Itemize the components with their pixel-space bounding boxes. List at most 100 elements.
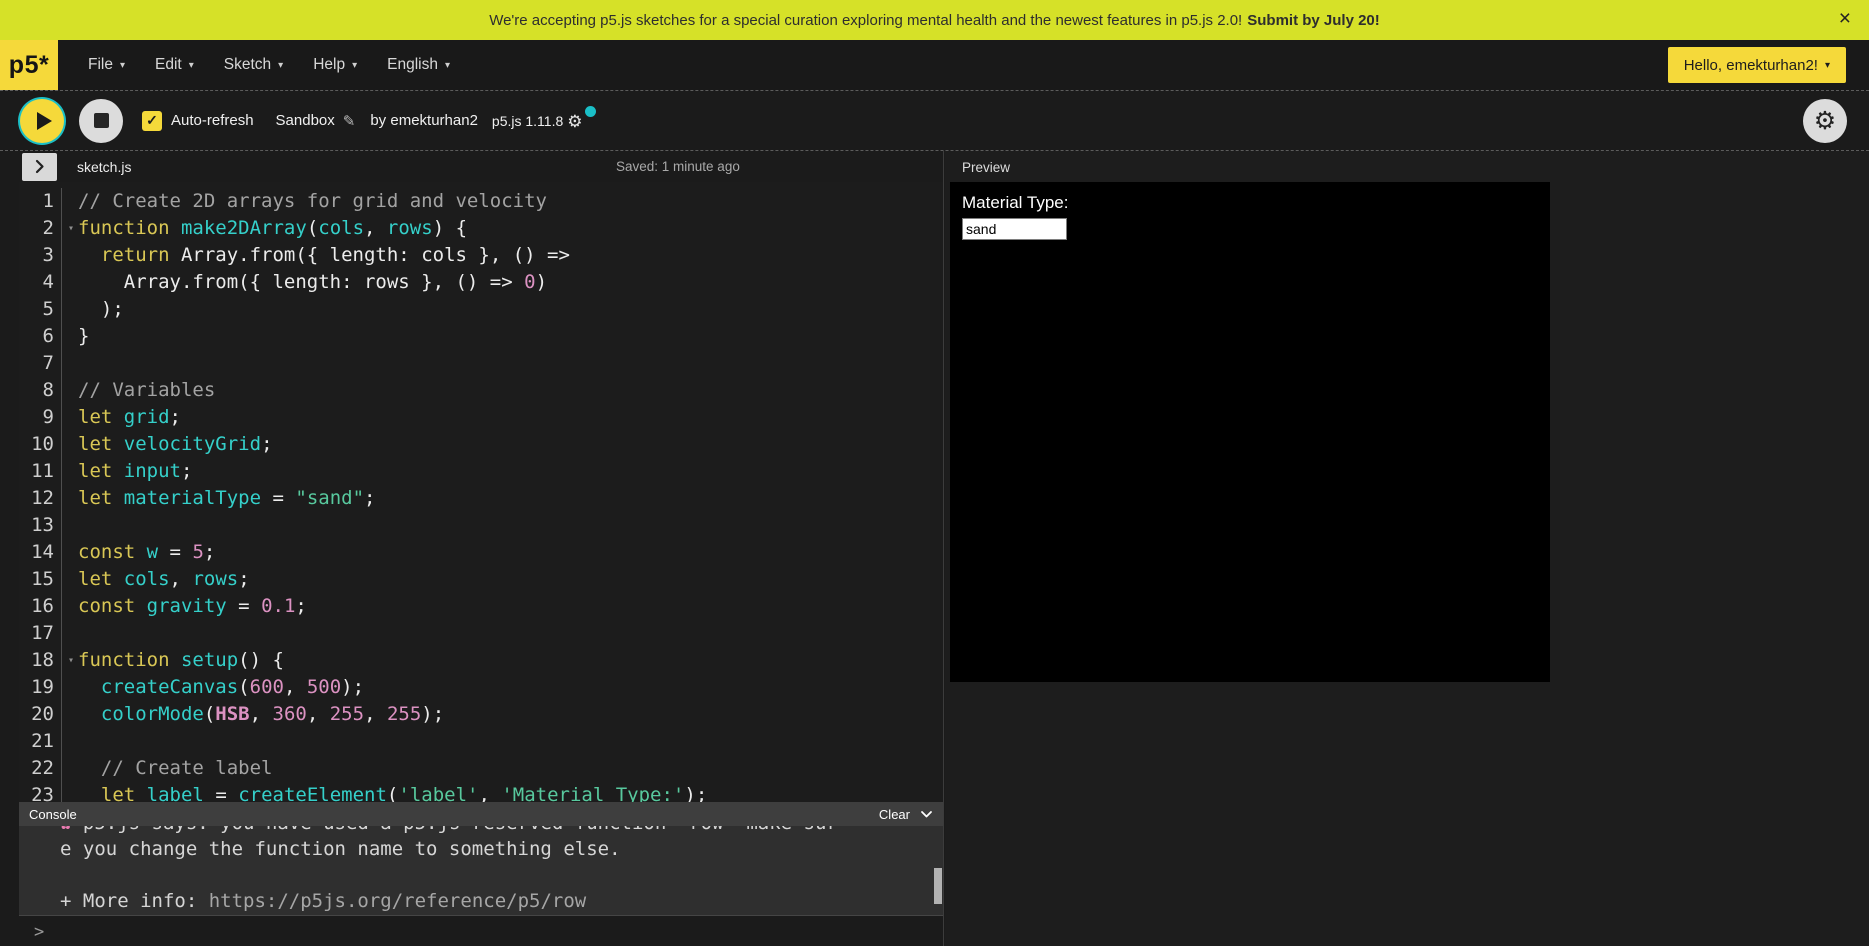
- line-gutter: 12: [19, 485, 62, 512]
- caret-down-icon: ▾: [1825, 60, 1830, 71]
- p5-version-label: p5.js 1.11.8: [492, 113, 563, 129]
- line-gutter: 16: [19, 593, 62, 620]
- code-line[interactable]: 6}: [19, 323, 943, 350]
- code-line[interactable]: 16const gravity = 0.1;: [19, 593, 943, 620]
- code-line[interactable]: 10let velocityGrid;: [19, 431, 943, 458]
- line-gutter: 11: [19, 458, 62, 485]
- project-author: by emekturhan2: [370, 112, 478, 129]
- code-line[interactable]: 3 return Array.from({ length: cols }, ()…: [19, 242, 943, 269]
- chevron-right-icon: [34, 159, 45, 174]
- play-icon: [37, 112, 52, 130]
- code-line[interactable]: 19 createCanvas(600, 500);: [19, 674, 943, 701]
- editor-pane: sketch.js Saved: 1 minute ago 1// Create…: [19, 151, 944, 946]
- p5-logo[interactable]: p5*: [0, 40, 58, 90]
- line-gutter: 1: [19, 188, 62, 215]
- project-name: Sandbox: [276, 112, 335, 129]
- menu-edit[interactable]: Edit ▾: [155, 56, 194, 74]
- sidebar-expand-button[interactable]: [22, 153, 57, 181]
- check-icon: ✓: [146, 112, 158, 129]
- console-line: + More info: https://p5js.org/reference/…: [60, 888, 943, 914]
- line-gutter: 7: [19, 350, 62, 377]
- line-gutter: 5: [19, 296, 62, 323]
- prompt-chevron-icon: >: [34, 922, 44, 942]
- code-line[interactable]: 7: [19, 350, 943, 377]
- material-type-input[interactable]: [962, 218, 1067, 240]
- code-line[interactable]: 14const w = 5;: [19, 539, 943, 566]
- code-line[interactable]: 12let materialType = "sand";: [19, 485, 943, 512]
- code-line[interactable]: 2▾function make2DArray(cols, rows) {: [19, 215, 943, 242]
- line-gutter: 17: [19, 620, 62, 647]
- fold-caret-icon[interactable]: ▾: [68, 647, 74, 674]
- banner-cta-link[interactable]: Submit by July 20!: [1247, 12, 1380, 29]
- preferences-button[interactable]: ⚙: [1803, 99, 1847, 143]
- menu-help[interactable]: Help ▾: [313, 56, 357, 74]
- code-editor[interactable]: 1// Create 2D arrays for grid and veloci…: [19, 182, 943, 802]
- line-gutter: 10: [19, 431, 62, 458]
- code-line[interactable]: 18▾function setup() {: [19, 647, 943, 674]
- auto-refresh-checkbox[interactable]: ✓: [142, 111, 162, 131]
- console-clear-button[interactable]: Clear: [879, 807, 910, 822]
- edit-name-pencil-icon[interactable]: ✎: [343, 112, 356, 130]
- line-gutter: 6: [19, 323, 62, 350]
- code-line[interactable]: 20 colorMode(HSB, 360, 255, 255);: [19, 701, 943, 728]
- code-line[interactable]: 23 let label = createElement('label', 'M…: [19, 782, 943, 802]
- code-line[interactable]: 1// Create 2D arrays for grid and veloci…: [19, 188, 943, 215]
- console-line: [60, 862, 943, 888]
- code-line[interactable]: 11let input;: [19, 458, 943, 485]
- announcement-banner: We're accepting p5.js sketches for a spe…: [0, 0, 1869, 40]
- sketch-canvas: Material Type:: [950, 182, 1550, 682]
- console-panel: Console Clear ✿ p5.js says: you have use…: [19, 802, 943, 915]
- menu-sketch[interactable]: Sketch ▾: [224, 56, 283, 74]
- saved-status: Saved: 1 minute ago: [616, 159, 740, 174]
- code-line[interactable]: 21: [19, 728, 943, 755]
- reference-link[interactable]: https://p5js.org/reference/p5/row: [209, 890, 587, 912]
- version-settings-gear-icon[interactable]: ⚙: [567, 112, 582, 132]
- preview-pane: Preview Material Type:: [945, 151, 1869, 946]
- line-gutter: 13: [19, 512, 62, 539]
- console-scrollbar[interactable]: [934, 868, 942, 904]
- play-button[interactable]: [20, 99, 64, 143]
- material-type-label: Material Type:: [962, 193, 1068, 213]
- sketch-toolbar: ✓ Auto-refresh Sandbox ✎ by emekturhan2 …: [0, 90, 1869, 150]
- editor-tab-row: sketch.js Saved: 1 minute ago: [19, 151, 943, 182]
- code-line[interactable]: 17: [19, 620, 943, 647]
- p5-web-editor: We're accepting p5.js sketches for a spe…: [0, 0, 1869, 946]
- code-line[interactable]: 4 Array.from({ length: rows }, () => 0): [19, 269, 943, 296]
- main-area: sketch.js Saved: 1 minute ago 1// Create…: [0, 150, 1869, 946]
- line-gutter: 21: [19, 728, 62, 755]
- console-line: ✿ p5.js says: you have used a p5.js rese…: [60, 826, 943, 836]
- console-title: Console: [29, 807, 77, 822]
- console-collapse-button[interactable]: [920, 810, 933, 819]
- caret-down-icon: ▾: [352, 60, 357, 71]
- tab-sketch-js[interactable]: sketch.js: [77, 159, 131, 175]
- caret-down-icon: ▾: [278, 60, 283, 71]
- menu-language[interactable]: English ▾: [387, 56, 450, 74]
- code-line[interactable]: 5 );: [19, 296, 943, 323]
- line-gutter: 14: [19, 539, 62, 566]
- line-gutter: 18▾: [19, 647, 62, 674]
- code-line[interactable]: 22 // Create label: [19, 755, 943, 782]
- flower-icon: ✿: [60, 826, 83, 834]
- console-prompt-row[interactable]: >: [19, 915, 943, 946]
- code-line[interactable]: 13: [19, 512, 943, 539]
- console-line: e you change the function name to someth…: [60, 836, 943, 862]
- menu-bar: p5* File ▾ Edit ▾ Sketch ▾ Help ▾ Englis…: [0, 40, 1869, 90]
- caret-down-icon: ▾: [120, 60, 125, 71]
- line-gutter: 9: [19, 404, 62, 431]
- console-output: ✿ p5.js says: you have used a p5.js rese…: [19, 826, 943, 915]
- caret-down-icon: ▾: [445, 60, 450, 71]
- code-line[interactable]: 8// Variables: [19, 377, 943, 404]
- close-icon[interactable]: ×: [1839, 8, 1851, 30]
- code-line[interactable]: 9let grid;: [19, 404, 943, 431]
- console-header: Console Clear: [19, 802, 943, 826]
- notification-dot: [585, 106, 596, 117]
- menu-file[interactable]: File ▾: [88, 56, 125, 74]
- line-gutter: 19: [19, 674, 62, 701]
- code-lines: 1// Create 2D arrays for grid and veloci…: [19, 188, 943, 802]
- line-gutter: 4: [19, 269, 62, 296]
- fold-caret-icon[interactable]: ▾: [68, 215, 74, 242]
- stop-icon: [94, 113, 109, 128]
- user-account-button[interactable]: Hello, emekturhan2! ▾: [1668, 47, 1846, 83]
- stop-button[interactable]: [79, 99, 123, 143]
- code-line[interactable]: 15let cols, rows;: [19, 566, 943, 593]
